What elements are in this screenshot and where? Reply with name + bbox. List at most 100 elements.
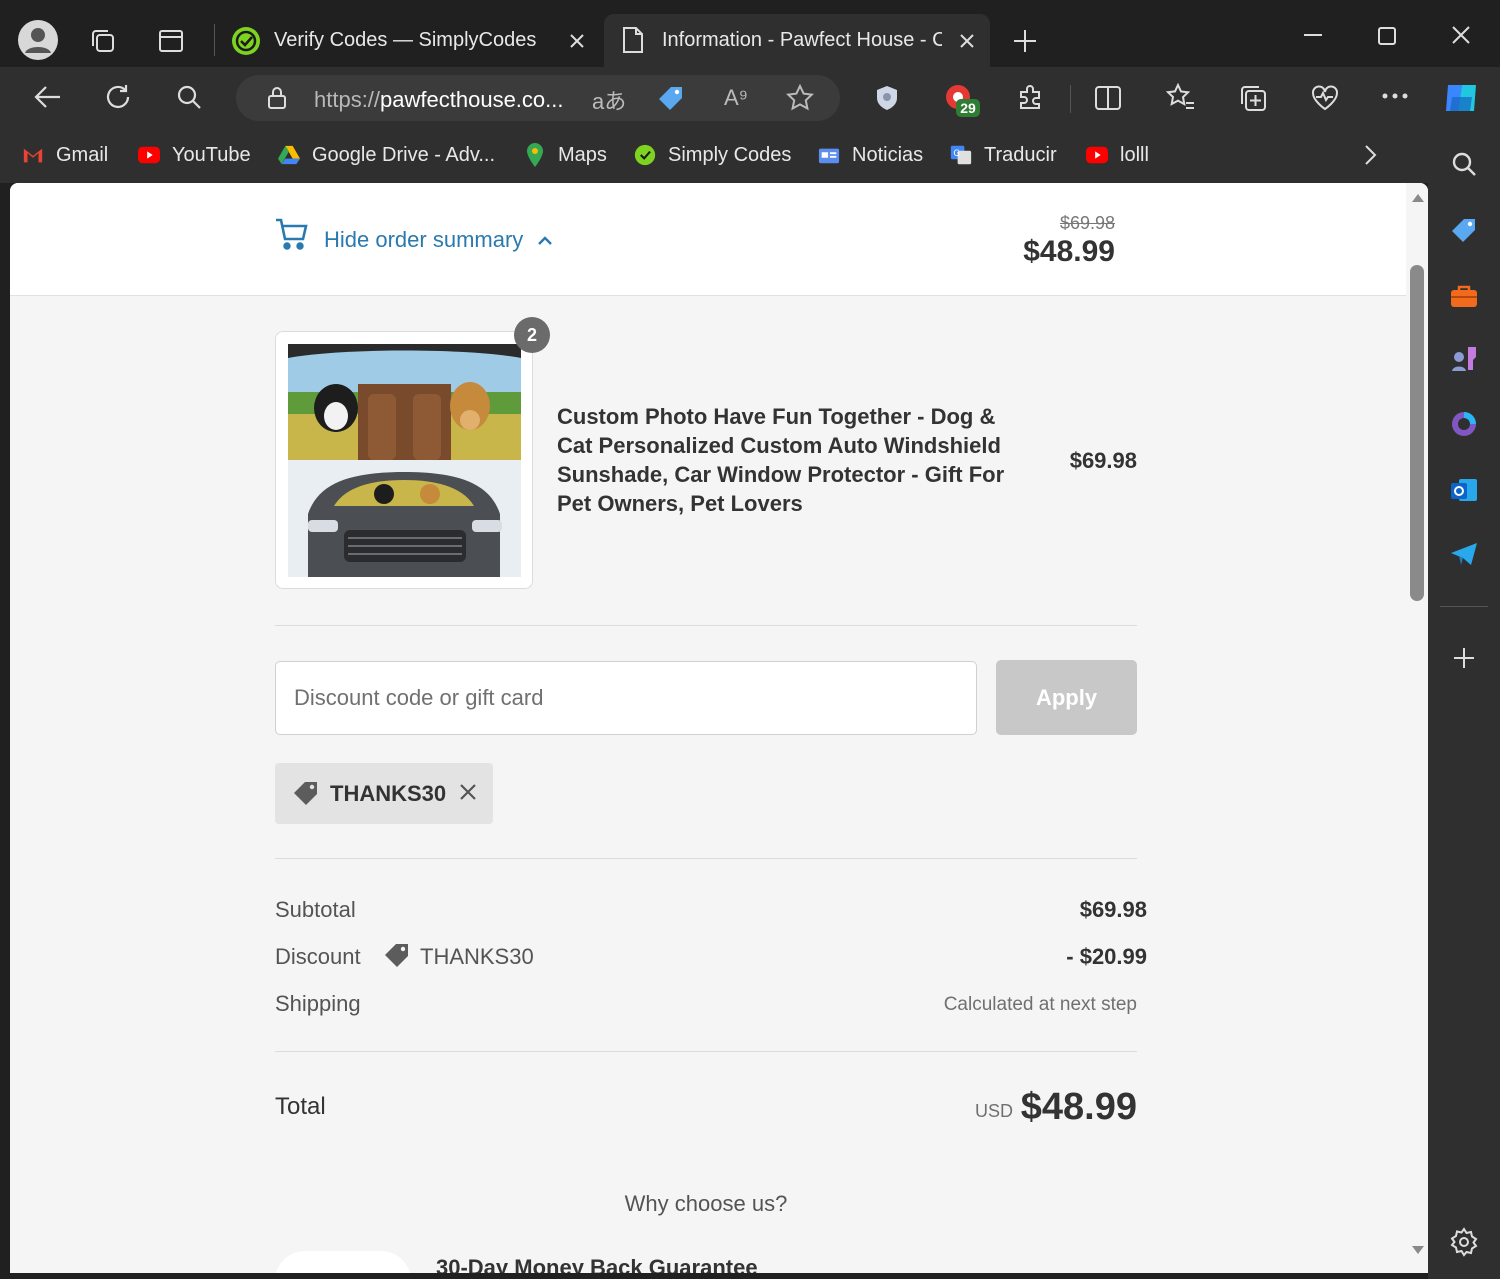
split-screen-icon[interactable]	[1094, 85, 1122, 111]
sidebar-settings-gear-icon[interactable]	[1446, 1224, 1482, 1260]
copilot-sidebar-icon[interactable]	[1446, 406, 1482, 442]
new-tab-icon[interactable]	[1012, 28, 1038, 54]
translate-page-icon[interactable]: aあ	[592, 84, 626, 116]
cart-icon[interactable]	[275, 217, 309, 251]
guarantee-title: 30-Day Money Back Guarantee	[436, 1255, 758, 1273]
more-menu-icon[interactable]	[1382, 93, 1408, 99]
outlook-icon[interactable]	[1446, 472, 1482, 508]
simplycodes-icon	[634, 144, 656, 166]
header-total-price: $48.99	[1023, 235, 1115, 268]
bookmarks-bar: Gmail YouTube Google Drive - Adv... Maps…	[0, 128, 1428, 183]
maps-icon	[524, 143, 546, 167]
discount-label: Discount	[275, 944, 361, 969]
svg-text:G: G	[953, 148, 960, 158]
vertical-tabs-icon[interactable]	[158, 28, 184, 54]
shopping-tag-icon[interactable]	[1446, 212, 1482, 248]
browser-essentials-icon[interactable]	[1310, 83, 1340, 113]
sidebar-search-icon[interactable]	[1446, 146, 1482, 182]
search-icon[interactable]	[176, 84, 202, 110]
discount-value: - $20.99	[1066, 944, 1147, 969]
bookmark-noticias[interactable]: Noticias	[818, 140, 923, 170]
remove-discount-icon[interactable]	[459, 783, 477, 801]
games-icon[interactable]	[1446, 340, 1482, 376]
back-icon[interactable]	[34, 84, 62, 110]
why-choose-us-heading: Why choose us?	[624, 1191, 788, 1216]
subtotal-value: $69.98	[1079, 897, 1147, 922]
collections-icon[interactable]	[1238, 83, 1268, 113]
youtube-icon	[138, 144, 160, 166]
bookmark-label: Maps	[558, 143, 607, 166]
bookmark-label: Simply Codes	[668, 143, 792, 166]
extensions-puzzle-icon[interactable]	[1017, 83, 1045, 111]
shield-icon[interactable]	[874, 84, 900, 112]
tab-simplycodes[interactable]: Verify Codes — SimplyCodes	[222, 14, 598, 67]
tab-title: Verify Codes — SimplyCodes	[274, 29, 537, 51]
bookmark-google-drive[interactable]: Google Drive - Adv...	[278, 140, 495, 170]
tab-pawfect-house[interactable]: Information - Pawfect House - Ch	[604, 14, 990, 67]
product-image	[288, 344, 521, 577]
reload-icon[interactable]	[104, 83, 132, 111]
quantity-badge: 2	[514, 317, 550, 353]
product-title: Custom Photo Have Fun Together - Dog & C…	[557, 404, 1005, 516]
close-window-icon[interactable]	[1451, 25, 1471, 45]
bookmark-gmail[interactable]: Gmail	[22, 140, 108, 170]
discount-code-input[interactable]	[275, 661, 977, 735]
chevron-up-icon[interactable]	[537, 234, 553, 246]
order-summary-header: Hide order summary $69.98 $48.99	[10, 183, 1406, 296]
favorites-icon[interactable]	[1166, 83, 1196, 111]
total-label: Total	[275, 1093, 326, 1120]
bookmark-lolll[interactable]: lolll	[1086, 140, 1149, 170]
discount-code: THANKS30	[420, 944, 534, 969]
simplycodes-icon	[232, 27, 260, 55]
hide-order-summary-link[interactable]: Hide order summary	[324, 227, 523, 253]
copilot-icon[interactable]	[1442, 79, 1482, 117]
scroll-down-arrow-icon[interactable]	[1411, 1245, 1425, 1255]
close-tab-icon[interactable]	[568, 32, 586, 50]
news-icon	[818, 144, 840, 166]
original-price: $69.98	[1059, 213, 1115, 233]
telegram-send-icon[interactable]	[1446, 536, 1482, 572]
coupon-tag-icon[interactable]	[656, 84, 686, 112]
bookmark-simply-codes[interactable]: Simply Codes	[634, 140, 791, 170]
address-bar[interactable]: https://pawfecthouse.co... aあ A⁹	[236, 75, 840, 121]
edge-sidebar	[1428, 128, 1500, 1279]
minimize-icon[interactable]	[1302, 33, 1324, 37]
tab-title: Information - Pawfect House - Ch	[662, 29, 942, 51]
guarantee-icon-badge	[275, 1251, 411, 1273]
bookmark-maps[interactable]: Maps	[524, 140, 607, 170]
browser-tab-bar: Verify Codes — SimplyCodes Information -…	[0, 0, 1500, 67]
product-thumbnail	[275, 331, 533, 589]
applied-discount-tag: THANKS30	[275, 763, 493, 824]
page-icon	[622, 26, 644, 54]
add-sidebar-app-icon[interactable]	[1446, 640, 1482, 676]
read-aloud-icon[interactable]: A⁹	[724, 85, 748, 111]
favorite-star-icon[interactable]	[786, 84, 814, 112]
checkout-page: Hide order summary $69.98 $48.99 2 Custo…	[10, 183, 1428, 1273]
shipping-value: Calculated at next step	[943, 994, 1137, 1015]
close-tab-icon[interactable]	[958, 32, 976, 50]
discount-tag-icon	[291, 779, 321, 807]
divider	[275, 858, 1137, 859]
profile-avatar-icon[interactable]	[18, 20, 58, 60]
maximize-icon[interactable]	[1377, 26, 1397, 46]
lock-icon[interactable]	[266, 86, 288, 110]
tools-briefcase-icon[interactable]	[1446, 278, 1482, 314]
browser-toolbar: https://pawfecthouse.co... aあ A⁹ 29	[0, 67, 1500, 128]
google-drive-icon	[278, 144, 300, 166]
applied-code-label: THANKS30	[330, 781, 447, 806]
bookmark-label: YouTube	[172, 143, 251, 166]
workspaces-icon[interactable]	[88, 26, 118, 56]
bookmark-traducir[interactable]: G Traducir	[950, 140, 1057, 170]
translate-icon: G	[950, 144, 972, 166]
currency-label: USD	[975, 1101, 1014, 1121]
chevron-right-icon[interactable]	[1362, 144, 1378, 166]
extension-red-icon[interactable]: 29	[944, 83, 984, 123]
youtube-icon	[1086, 144, 1108, 166]
product-price: $69.98	[1069, 448, 1137, 473]
bookmark-youtube[interactable]: YouTube	[138, 140, 251, 170]
apply-discount-button[interactable]: Apply	[996, 660, 1137, 735]
scroll-up-arrow-icon[interactable]	[1411, 193, 1425, 203]
scrollbar-thumb[interactable]	[1410, 265, 1424, 601]
bookmark-label: Noticias	[852, 143, 924, 166]
url-text[interactable]: https://pawfecthouse.co...	[314, 87, 564, 113]
